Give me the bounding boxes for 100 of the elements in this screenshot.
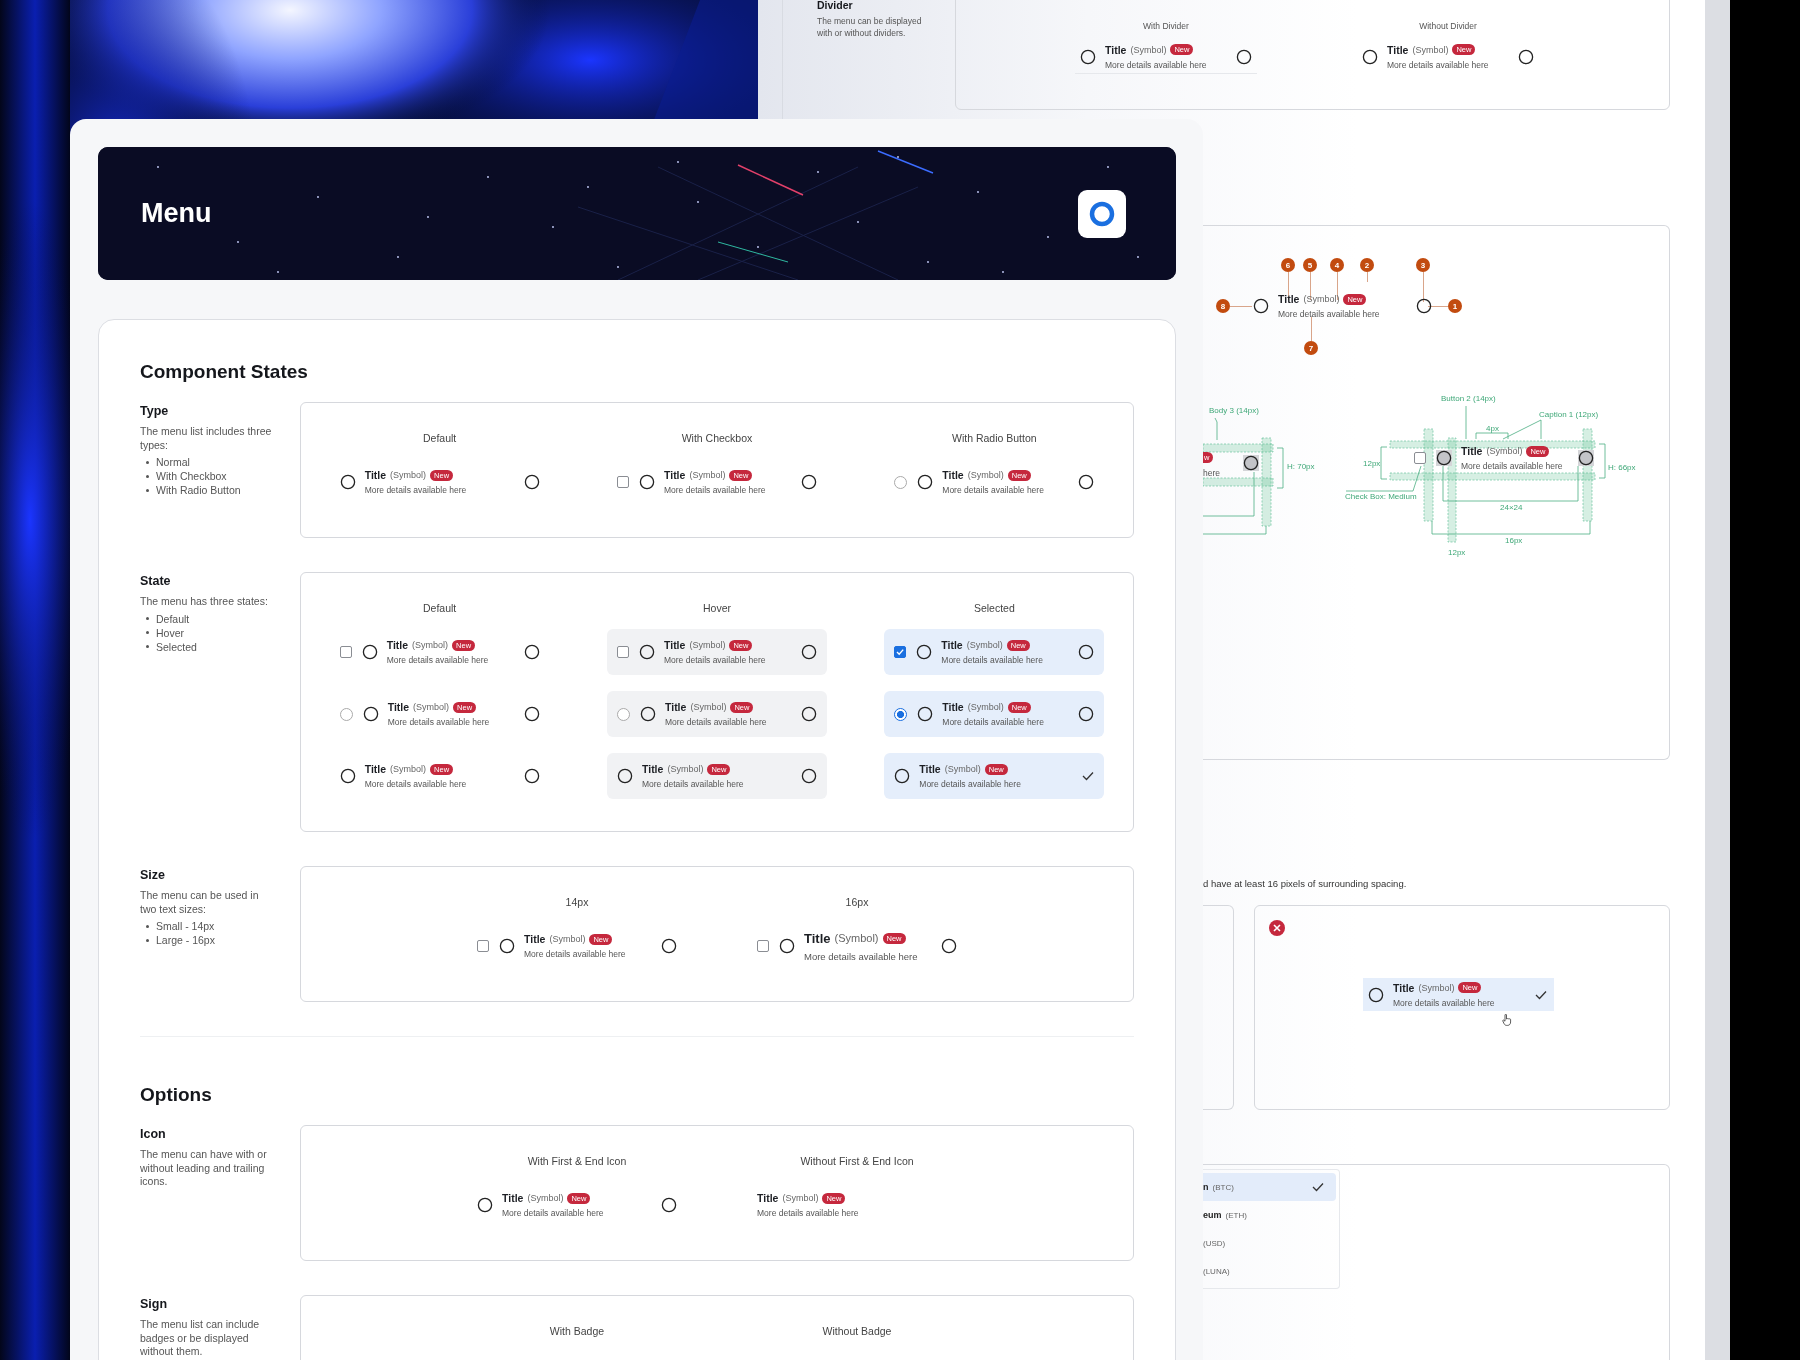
column-label: Hover xyxy=(703,601,731,615)
row-label: State xyxy=(140,574,172,588)
item-symbol: (Symbol) xyxy=(1303,294,1340,304)
spec-label: 12px xyxy=(1448,548,1466,557)
menu-option[interactable]: eum (ETH) xyxy=(1203,1201,1336,1229)
item-details: More details available here xyxy=(919,779,1022,789)
checkbox[interactable] xyxy=(894,646,907,658)
item-symbol: (Symbol) xyxy=(1130,44,1167,55)
spec-label: Body 3 (14px) xyxy=(1209,406,1259,415)
item-symbol: (Symbol) xyxy=(782,1193,819,1203)
row-description: The menu can be used in two text sizes: xyxy=(140,889,260,916)
option-name: n xyxy=(1203,1182,1209,1192)
option-symbol: (USD) xyxy=(1203,1238,1227,1248)
column-label: With Checkbox xyxy=(681,431,753,445)
item-symbol: (Symbol) xyxy=(967,702,1004,712)
item-details: More details available here xyxy=(1393,997,1496,1008)
item-symbol: (Symbol) xyxy=(1486,446,1523,456)
item-title: Title xyxy=(642,763,664,775)
logo-icon xyxy=(1078,189,1126,238)
item-details: More details available here xyxy=(386,655,490,665)
row-label: Divider xyxy=(817,0,854,11)
option-symbol: (ETH) xyxy=(1225,1210,1248,1220)
row-description: The menu list can include badges or be displayed without them. xyxy=(140,1318,261,1359)
circle-icon xyxy=(1243,455,1259,471)
item-title: Title xyxy=(387,701,410,713)
item-title: Title xyxy=(524,933,546,945)
checkbox[interactable] xyxy=(477,940,489,952)
item-details: More details available here xyxy=(524,949,627,959)
item-details: More details available here xyxy=(942,717,1045,727)
item-symbol: (Symbol) xyxy=(667,764,704,774)
bullet-item: Hover xyxy=(156,625,184,640)
checkbox[interactable] xyxy=(617,476,629,488)
item-symbol: (Symbol) xyxy=(834,932,879,944)
callout-number: 2 xyxy=(1360,258,1374,272)
item-symbol: (Symbol) xyxy=(689,470,726,480)
item-symbol: (Symbol) xyxy=(412,640,449,650)
section-heading: Component States xyxy=(140,360,309,384)
checkbox[interactable] xyxy=(1414,452,1426,464)
item-title: Title xyxy=(364,763,387,775)
spec-label: 16px xyxy=(1505,536,1523,545)
column-label: 14px xyxy=(565,895,589,909)
leader-line xyxy=(1422,272,1424,302)
guideline-text: d have at least 16 pixels of surrounding spacing. xyxy=(1203,878,1408,891)
menu-option[interactable]: (LUNA) xyxy=(1203,1257,1336,1285)
bullet-item: Normal xyxy=(156,455,190,469)
item-details: More details available here xyxy=(642,779,745,789)
item-symbol: (Symbol) xyxy=(413,702,450,712)
item-details: here xyxy=(1203,468,1220,478)
row-label: Type xyxy=(140,404,170,418)
column-label: Default xyxy=(423,601,457,615)
callout-number: 8 xyxy=(1216,299,1230,313)
checkbox[interactable] xyxy=(339,646,352,658)
checkbox[interactable] xyxy=(757,940,769,952)
item-title: Title xyxy=(1461,445,1483,457)
radio-button[interactable] xyxy=(894,707,908,721)
column-label: With First & End Icon xyxy=(527,1154,627,1168)
section-heading: Options xyxy=(140,1083,213,1107)
callout-number: 7 xyxy=(1304,341,1318,355)
radio-button[interactable] xyxy=(339,707,353,721)
spec-label: 12px xyxy=(1363,459,1381,468)
item-symbol: (Symbol) xyxy=(390,764,427,774)
item-title: Title xyxy=(941,639,963,651)
option-name: eum xyxy=(1203,1210,1222,1220)
item-details: More details available here xyxy=(664,485,767,495)
leader-line xyxy=(1310,317,1312,341)
spec-label: Caption 1 (12px) xyxy=(1539,410,1599,419)
item-details: More details available here xyxy=(757,1208,860,1218)
spec-label: 4px xyxy=(1486,424,1499,433)
item-title: Title xyxy=(942,469,964,481)
menu-option[interactable]: n (BTC) xyxy=(1203,1173,1336,1201)
item-symbol: (Symbol) xyxy=(390,470,427,480)
column-label: With Badge xyxy=(549,1324,605,1338)
row-description: The menu can be displayed with or without dividers. xyxy=(817,16,923,39)
column-label: Without Badge xyxy=(822,1324,892,1338)
item-title: Title xyxy=(664,639,686,651)
leader-line xyxy=(1366,272,1368,282)
column-label: Selected xyxy=(973,601,1015,615)
leader-line xyxy=(1428,305,1448,307)
callout-number: 5 xyxy=(1303,258,1317,272)
item-details: More details available here xyxy=(942,485,1045,495)
column-label: With Radio Button xyxy=(952,431,1037,445)
callout-number: 3 xyxy=(1416,258,1430,272)
option-symbol: (BTC) xyxy=(1212,1182,1235,1192)
callout-number: 6 xyxy=(1281,258,1295,272)
row-label: Icon xyxy=(140,1127,167,1141)
column-label: Without Divider xyxy=(1419,21,1477,31)
item-details: More details available here xyxy=(804,950,919,962)
hand-cursor-icon xyxy=(1502,1014,1512,1026)
item-details: More details available here xyxy=(664,655,767,665)
radio-button[interactable] xyxy=(894,475,908,489)
item-symbol: (Symbol) xyxy=(689,640,726,650)
checkbox[interactable] xyxy=(617,646,629,658)
item-symbol: (Symbol) xyxy=(1412,44,1449,55)
bullet-item: With Radio Button xyxy=(156,483,241,497)
item-symbol: (Symbol) xyxy=(549,934,586,944)
radio-button[interactable] xyxy=(617,707,630,721)
item-details: More details available here xyxy=(364,485,468,495)
bullet-item: Small - 14px xyxy=(156,919,215,933)
spec-label: 24×24 xyxy=(1500,503,1523,512)
menu-option[interactable]: (USD) xyxy=(1203,1229,1336,1257)
